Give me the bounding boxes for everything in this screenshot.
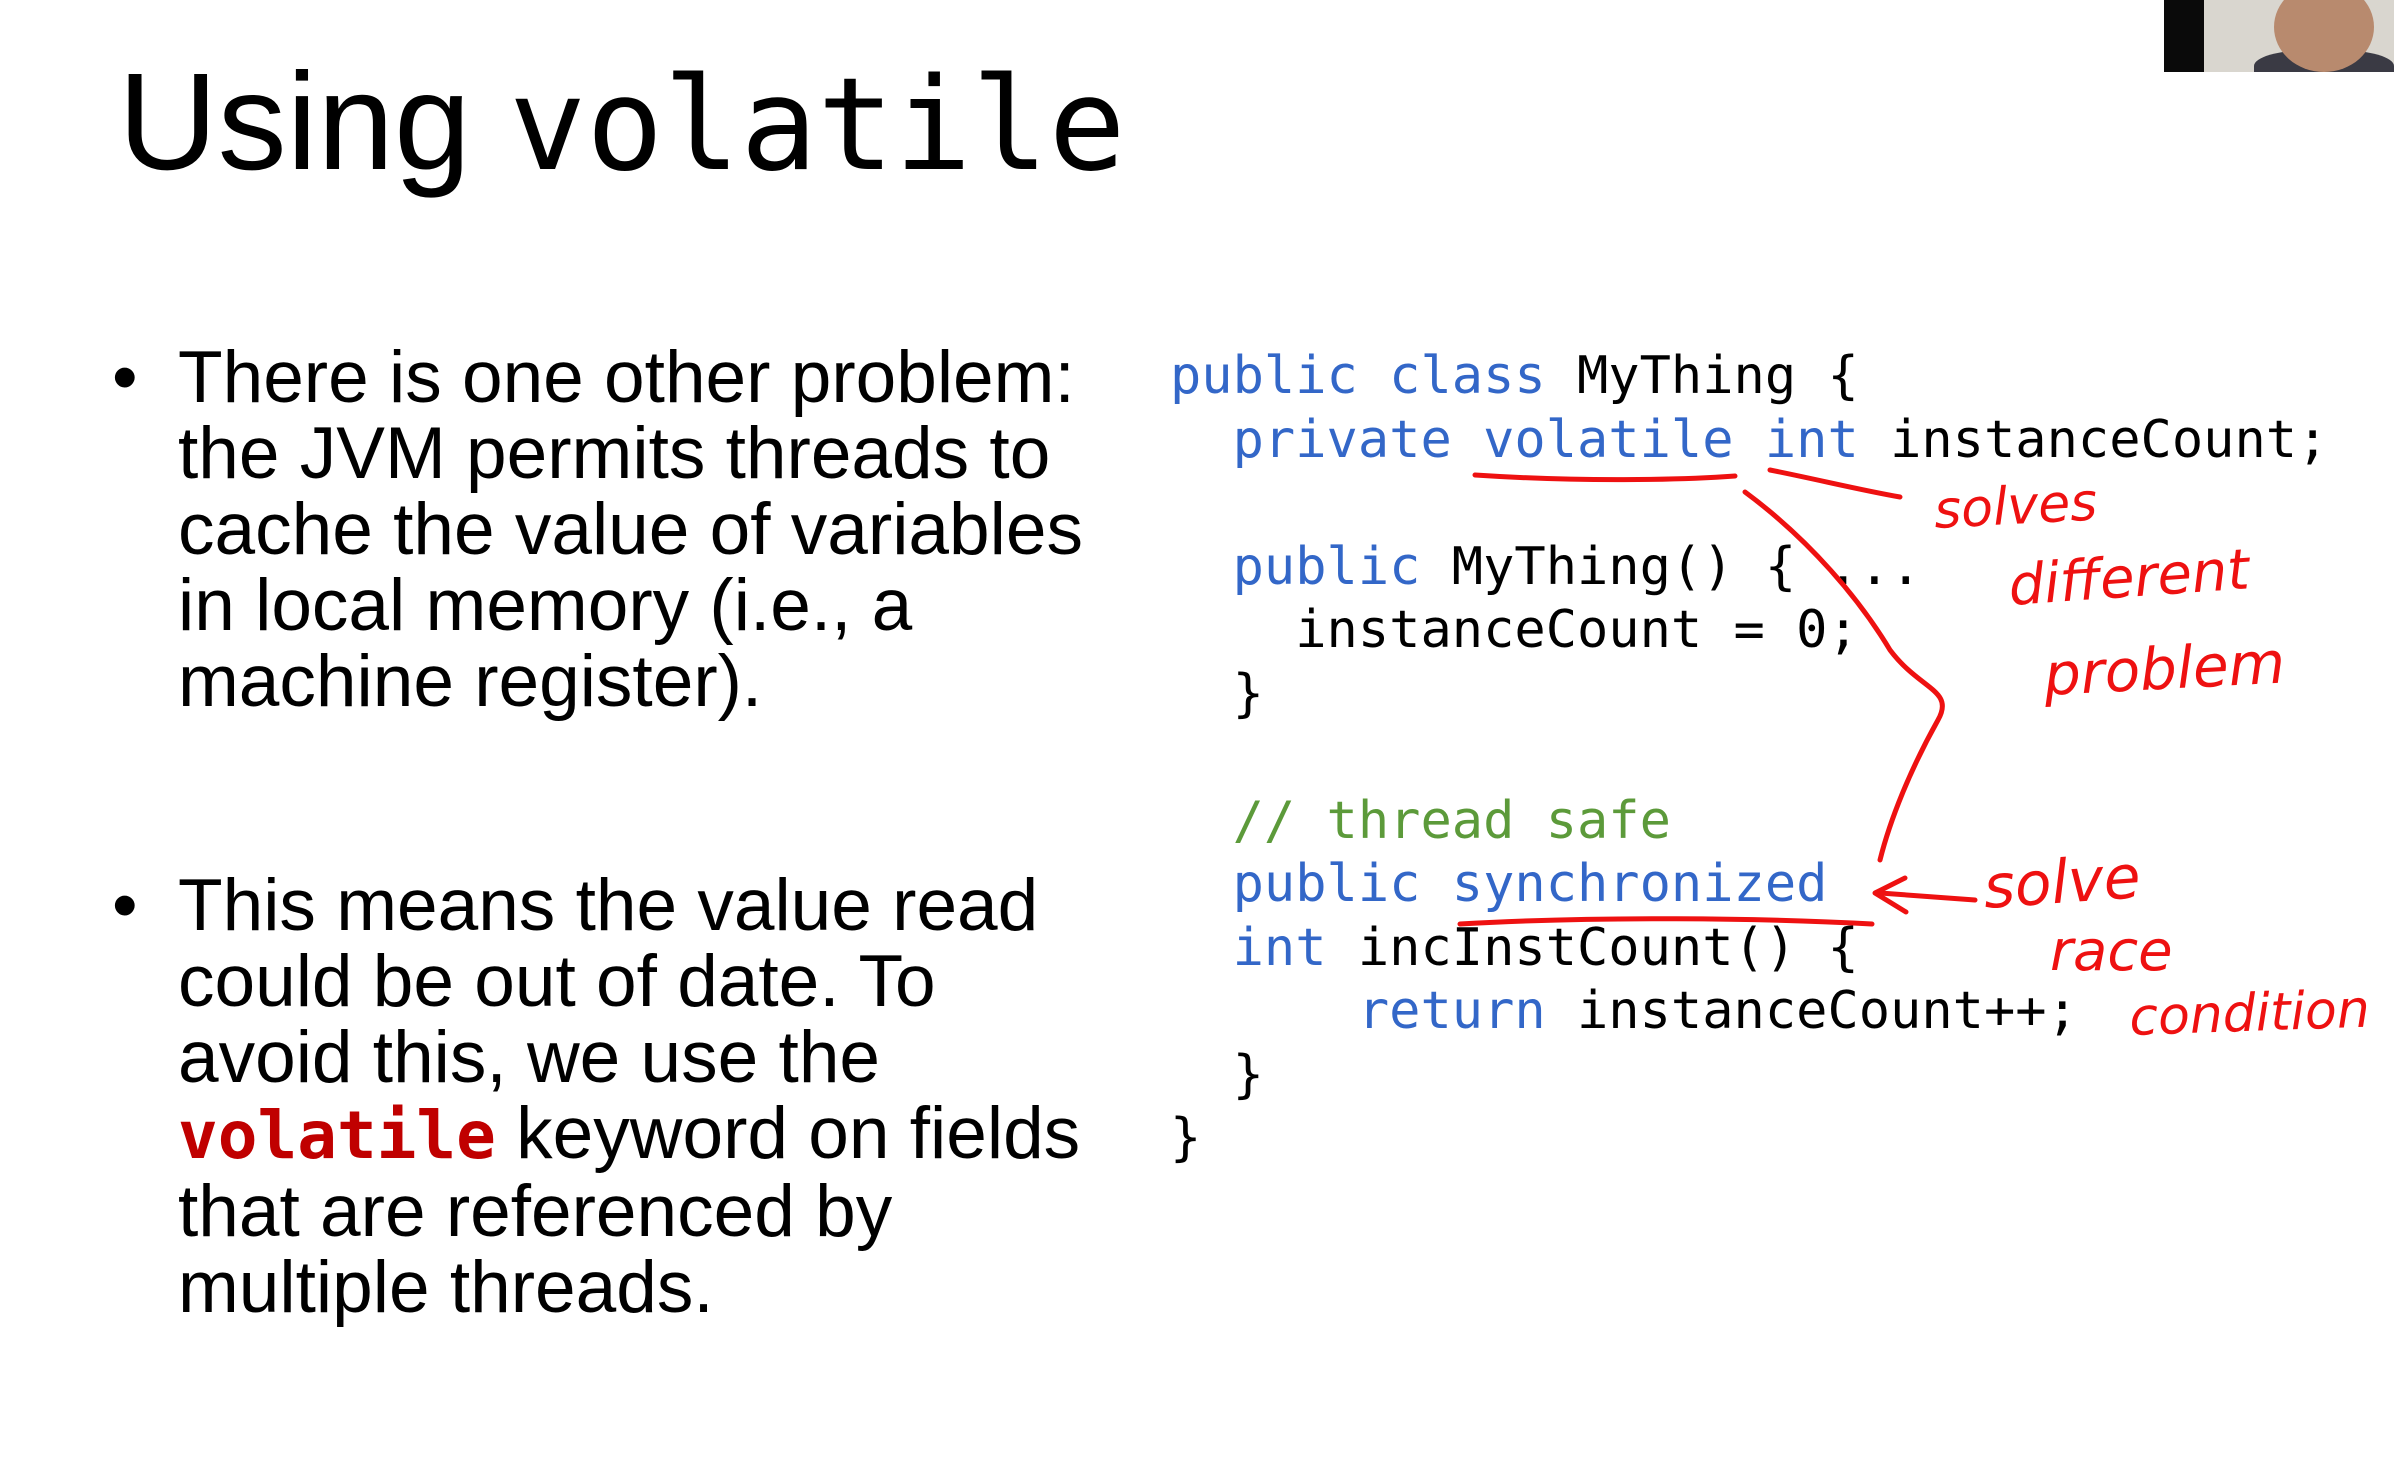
slide-title: Using volatile bbox=[118, 40, 1126, 206]
webcam-thumbnail bbox=[2164, 0, 2394, 72]
bullet-list: There is one other problem: the JVM perm… bbox=[112, 340, 1122, 1474]
code-token: incInstCount() { bbox=[1326, 917, 1859, 978]
bullet-text: There is one other problem: the JVM perm… bbox=[178, 337, 1083, 722]
code-token: } bbox=[1170, 1108, 1202, 1168]
bullet-item: This means the value read could be out o… bbox=[112, 868, 1122, 1326]
code-token: int bbox=[1232, 917, 1327, 978]
bullet-item: There is one other problem: the JVM perm… bbox=[112, 340, 1122, 720]
code-token: return bbox=[1357, 981, 1546, 1041]
code-token: instanceCount; bbox=[1858, 409, 2329, 470]
code-token: MyThing { bbox=[1545, 346, 1859, 406]
slide: Using volatile There is one other proble… bbox=[0, 0, 2394, 1444]
code-token: } bbox=[1232, 1044, 1264, 1105]
code-comment: // thread safe bbox=[1232, 790, 1671, 851]
title-code: volatile bbox=[509, 51, 1126, 200]
code-token: public bbox=[1232, 536, 1421, 597]
code-token: } bbox=[1232, 663, 1264, 724]
code-token: instanceCount++; bbox=[1545, 981, 2078, 1041]
title-text: Using bbox=[118, 45, 510, 199]
code-token: private volatile int bbox=[1232, 409, 1859, 470]
code-token: public synchronized bbox=[1232, 854, 1828, 914]
bullet-text: This means the value read could be out o… bbox=[178, 865, 1039, 1098]
code-token: public class bbox=[1170, 346, 1546, 406]
code-block: public class MyThing { private volatile … bbox=[1170, 345, 2328, 1171]
code-token: instanceCount = 0; bbox=[1295, 600, 1859, 660]
volatile-keyword: volatile bbox=[178, 1097, 496, 1174]
code-token: MyThing() { ... bbox=[1420, 536, 1922, 597]
